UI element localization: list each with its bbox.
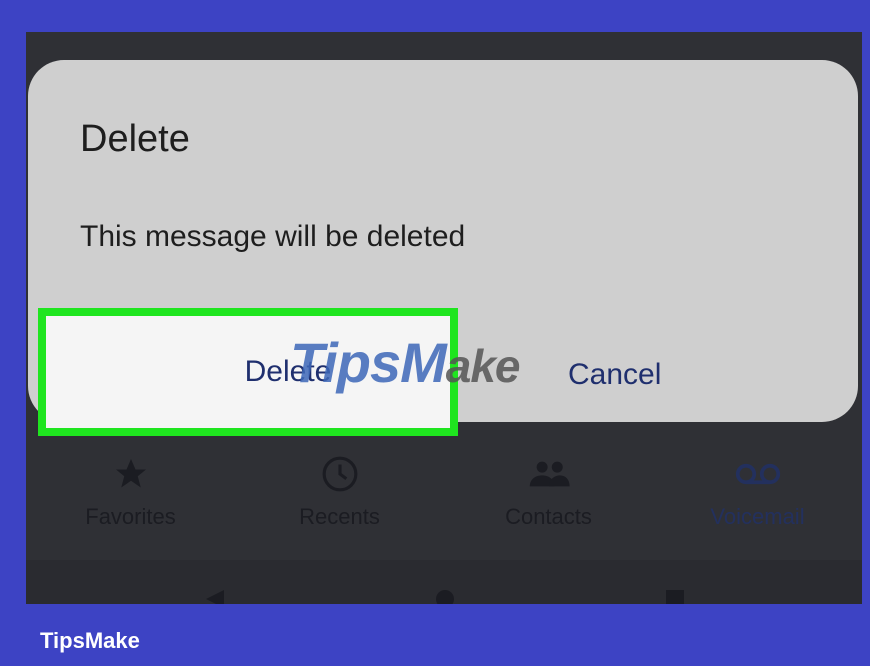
voicemail-icon bbox=[734, 452, 782, 496]
bottom-nav: Favorites Recents Contacts Voicemail bbox=[26, 452, 862, 552]
nav-item-recents[interactable]: Recents bbox=[235, 452, 444, 552]
nav-label-voicemail: Voicemail bbox=[710, 504, 805, 529]
cancel-button[interactable]: Cancel bbox=[568, 358, 661, 392]
watermark-part1: TipsM bbox=[290, 331, 447, 394]
back-icon[interactable] bbox=[206, 590, 224, 604]
delete-dialog: Delete This message will be deleted Dele… bbox=[28, 60, 858, 436]
system-nav-bar bbox=[26, 560, 862, 604]
dialog-title: Delete bbox=[80, 118, 190, 160]
star-icon bbox=[113, 452, 149, 496]
watermark-logo: TipsMake bbox=[290, 330, 521, 395]
clock-icon bbox=[321, 452, 359, 496]
dialog-message: This message will be deleted bbox=[80, 220, 466, 253]
nav-label-favorites: Favorites bbox=[85, 504, 176, 529]
watermark-part2: ake bbox=[445, 340, 521, 392]
nav-item-voicemail[interactable]: Voicemail bbox=[653, 452, 862, 552]
nav-item-contacts[interactable]: Contacts bbox=[444, 452, 653, 552]
nav-label-recents: Recents bbox=[299, 504, 380, 529]
phone-screen: Delete This message will be deleted Dele… bbox=[26, 32, 862, 604]
contacts-icon bbox=[527, 452, 571, 496]
footer-brand: TipsMake bbox=[40, 628, 140, 653]
home-icon[interactable] bbox=[436, 590, 454, 604]
recents-square-icon[interactable] bbox=[666, 590, 684, 604]
nav-label-contacts: Contacts bbox=[505, 504, 592, 529]
nav-item-favorites[interactable]: Favorites bbox=[26, 452, 235, 552]
